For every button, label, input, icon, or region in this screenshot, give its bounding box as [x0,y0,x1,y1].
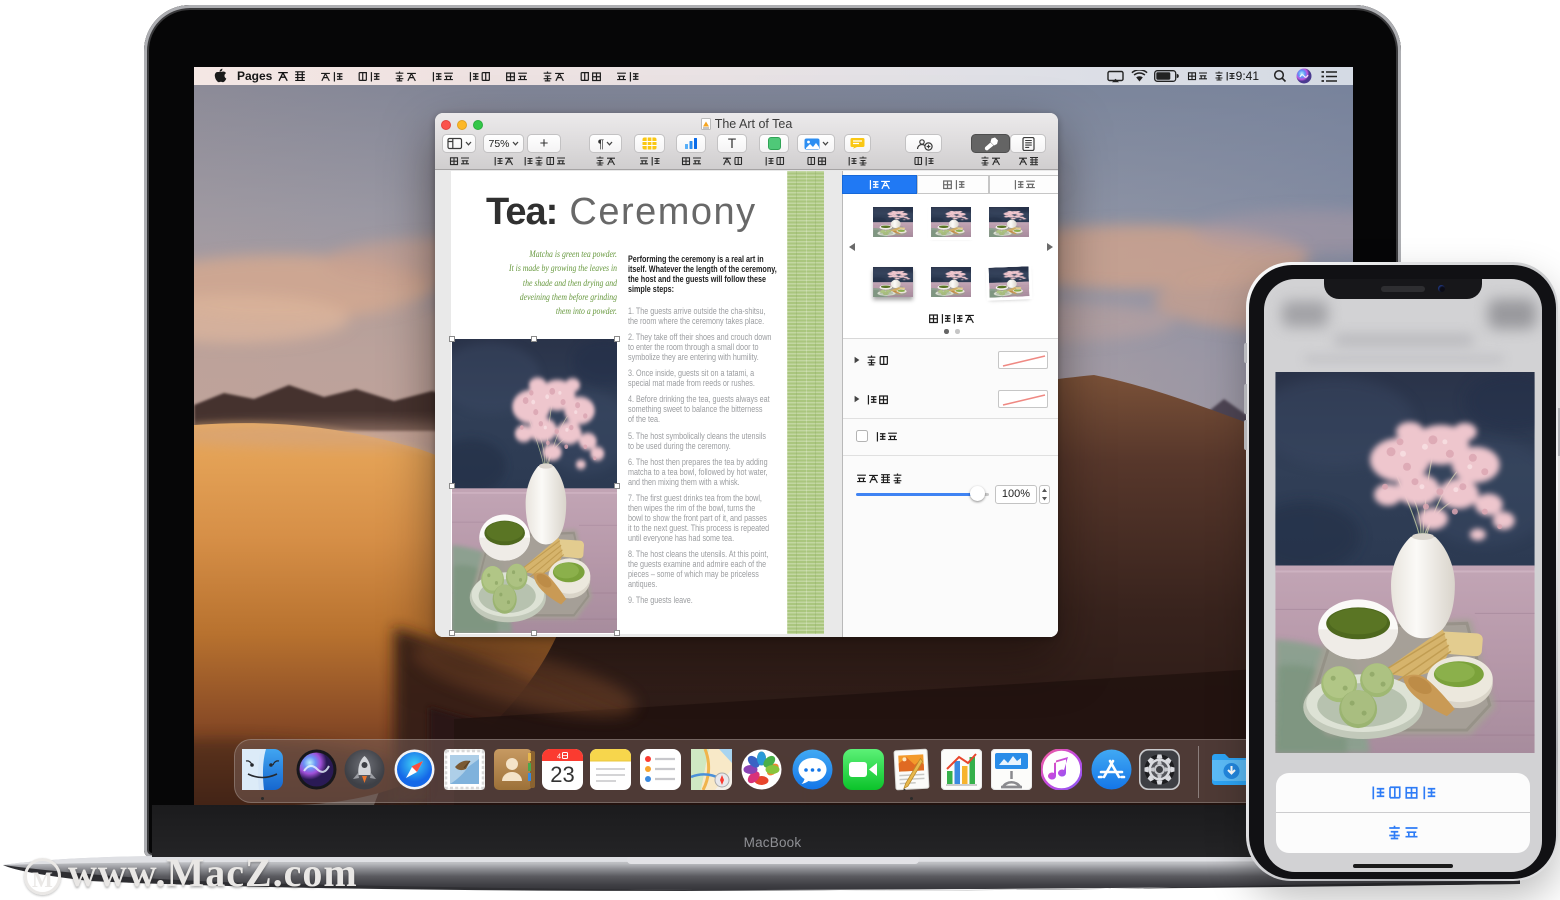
svg-text:4: 4 [557,752,561,761]
svg-text:23: 23 [550,762,574,787]
